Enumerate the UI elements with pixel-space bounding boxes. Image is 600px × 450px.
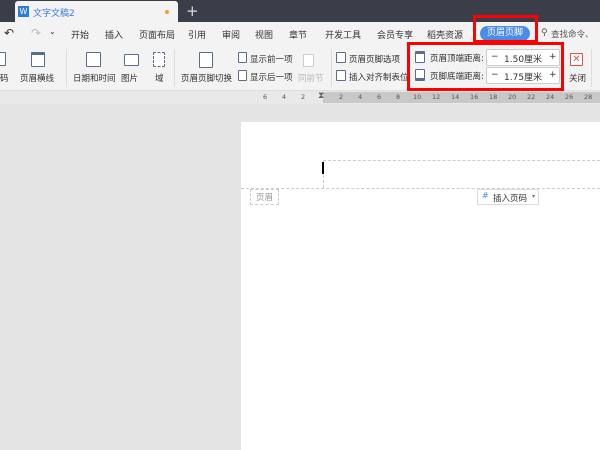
ruler-tick: 26 (565, 93, 574, 101)
ruler-tick: 2 (301, 93, 306, 101)
undo-icon[interactable]: ↶ (4, 26, 14, 40)
horizontal-ruler[interactable]: 6 4 2 2 4 6 8 10 12 14 16 18 20 22 24 26… (0, 91, 600, 104)
ruler-tick: 4 (282, 93, 287, 101)
show-previous-button[interactable]: 显示前一项 (250, 53, 293, 65)
quick-access-chevron-icon[interactable]: ⌄ (49, 27, 56, 36)
header-line-button[interactable]: 页眉横线 (20, 72, 54, 84)
divider (174, 49, 175, 87)
menu-insert[interactable]: 插入 (105, 28, 123, 41)
date-time-button[interactable]: 日期和时间 (73, 72, 116, 84)
redo-icon[interactable]: ↷ (31, 26, 41, 40)
unsaved-dot-icon (165, 10, 169, 14)
menu-developer[interactable]: 开发工具 (325, 28, 361, 41)
menu-member[interactable]: 会员专享 (377, 28, 413, 41)
ruler-tick: 8 (396, 93, 401, 101)
document-tab[interactable]: W 文字文稿2 (15, 1, 178, 22)
page-number-button[interactable]: 码 (0, 72, 9, 84)
menu-section[interactable]: 章节 (289, 28, 307, 41)
close-icon: ✕ (570, 53, 583, 66)
options-icon (336, 52, 346, 63)
ruler-tick: 24 (546, 93, 555, 101)
document-page[interactable]: 页眉 # 插入页码 ▾ (241, 122, 600, 450)
divider (591, 49, 592, 87)
insert-align-tab-button[interactable]: 插入对齐制表位 (349, 71, 409, 83)
menu-docer[interactable]: 稻壳资源 (427, 28, 463, 41)
indent-marker-icon[interactable]: ⧗ (318, 91, 324, 101)
search-icon[interactable]: ⚲ (541, 28, 548, 38)
show-previous-icon (238, 52, 247, 63)
show-next-icon (238, 70, 247, 81)
ruler-tick: 28 (584, 93, 593, 101)
header-label: 页眉 (250, 189, 280, 205)
text-cursor (322, 162, 324, 174)
new-tab-button[interactable]: + (186, 2, 199, 20)
highlight-box-distance (407, 42, 564, 91)
field-button[interactable]: 域 (155, 72, 164, 84)
calendar-clock-icon (86, 52, 101, 67)
document-tab-title: 文字文稿2 (33, 9, 75, 19)
insert-page-number-label: 插入页码 (493, 194, 528, 204)
same-as-previous-button[interactable]: 同前节 (298, 72, 324, 84)
ruler-tick: 20 (508, 93, 517, 101)
ruler-tick: 14 (451, 93, 460, 101)
ruler-active-area (323, 92, 600, 103)
ruler-tick: 10 (413, 93, 422, 101)
ruler-tick: 22 (527, 93, 536, 101)
picture-button[interactable]: 图片 (121, 72, 138, 84)
ruler-tick: 6 (377, 93, 382, 101)
menu-review[interactable]: 审阅 (222, 28, 240, 41)
field-icon (153, 52, 165, 67)
wps-writer-icon: W (18, 6, 29, 17)
dropdown-arrow-icon: ▾ (532, 193, 536, 200)
header-boundary (241, 188, 600, 189)
ruler-tick: 12 (432, 93, 441, 101)
ruler-tick: 18 (489, 93, 498, 101)
ruler-tick: 4 (358, 93, 363, 101)
ruler-tick: 2 (339, 93, 344, 101)
same-as-previous-icon (303, 54, 314, 67)
menu-home[interactable]: 开始 (71, 28, 89, 41)
highlight-box-tab (473, 15, 538, 43)
divider (331, 49, 332, 87)
menu-references[interactable]: 引用 (188, 28, 206, 41)
header-footer-switch-button[interactable]: 页眉页脚切换 (181, 72, 232, 84)
page-number-icon: # (482, 191, 489, 200)
show-next-button[interactable]: 显示后一项 (250, 71, 293, 83)
menu-view[interactable]: 视图 (255, 28, 273, 41)
insert-page-number-button[interactable]: # 插入页码 ▾ (477, 189, 539, 205)
header-edit-area[interactable] (323, 160, 600, 188)
ruler-tick: 16 (470, 93, 479, 101)
picture-icon (124, 54, 139, 66)
menu-page-layout[interactable]: 页面布局 (139, 28, 175, 41)
header-footer-switch-icon (199, 52, 213, 68)
align-tab-icon (336, 70, 346, 81)
close-header-footer-button[interactable]: 关闭 (569, 72, 586, 84)
divider (66, 49, 67, 87)
header-footer-options-button[interactable]: 页眉页脚选项 (349, 53, 400, 65)
ruler-tick: 6 (263, 93, 268, 101)
header-line-icon (31, 52, 45, 67)
page-number-icon (0, 52, 6, 66)
